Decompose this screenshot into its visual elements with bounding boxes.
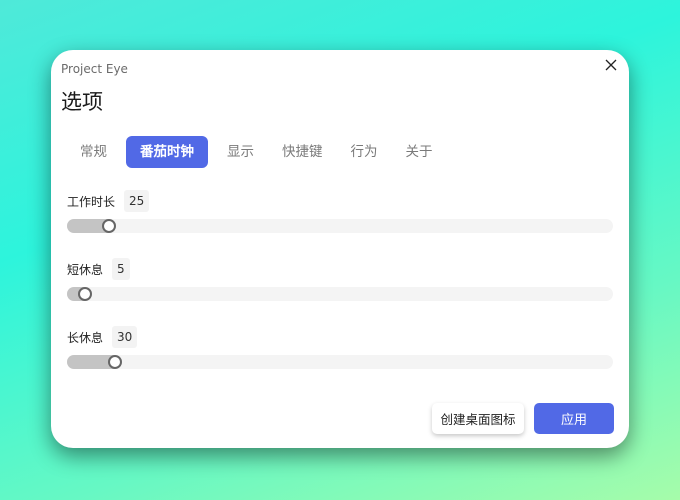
options-window: Project Eye 选项 常规 番茄时钟 显示 快捷键 行为 关于 工作时长… [51, 50, 629, 448]
tab-pomodoro[interactable]: 番茄时钟 [126, 136, 208, 168]
apply-button[interactable]: 应用 [534, 403, 614, 434]
short-break-setting: 短休息 5 [67, 257, 613, 301]
short-break-slider-thumb[interactable] [77, 287, 92, 301]
work-duration-value: 25 [124, 190, 150, 212]
create-desktop-shortcut-button[interactable]: 创建桌面图标 [432, 403, 524, 434]
tab-behavior[interactable]: 行为 [342, 136, 387, 168]
long-break-setting: 长休息 30 [67, 325, 613, 369]
work-duration-slider[interactable] [67, 219, 613, 233]
work-duration-label: 工作时长 [67, 194, 116, 209]
long-break-label: 长休息 [67, 330, 104, 345]
tab-display[interactable]: 显示 [218, 136, 263, 168]
tab-bar: 常规 番茄时钟 显示 快捷键 行为 关于 [71, 136, 452, 168]
short-break-value: 5 [112, 258, 130, 280]
short-break-slider[interactable] [67, 287, 613, 301]
long-break-value: 30 [112, 326, 138, 348]
long-break-slider[interactable] [67, 355, 613, 369]
work-duration-setting: 工作时长 25 [67, 189, 613, 233]
tab-general[interactable]: 常规 [71, 136, 116, 168]
close-button[interactable] [601, 55, 621, 75]
work-duration-slider-thumb[interactable] [101, 219, 116, 233]
short-break-label: 短休息 [67, 262, 104, 277]
app-title: Project Eye [61, 62, 128, 76]
long-break-slider-thumb[interactable] [108, 355, 123, 369]
close-icon [605, 59, 617, 71]
tab-about[interactable]: 关于 [397, 136, 442, 168]
tab-shortcuts[interactable]: 快捷键 [273, 136, 332, 168]
page-title: 选项 [61, 90, 103, 114]
